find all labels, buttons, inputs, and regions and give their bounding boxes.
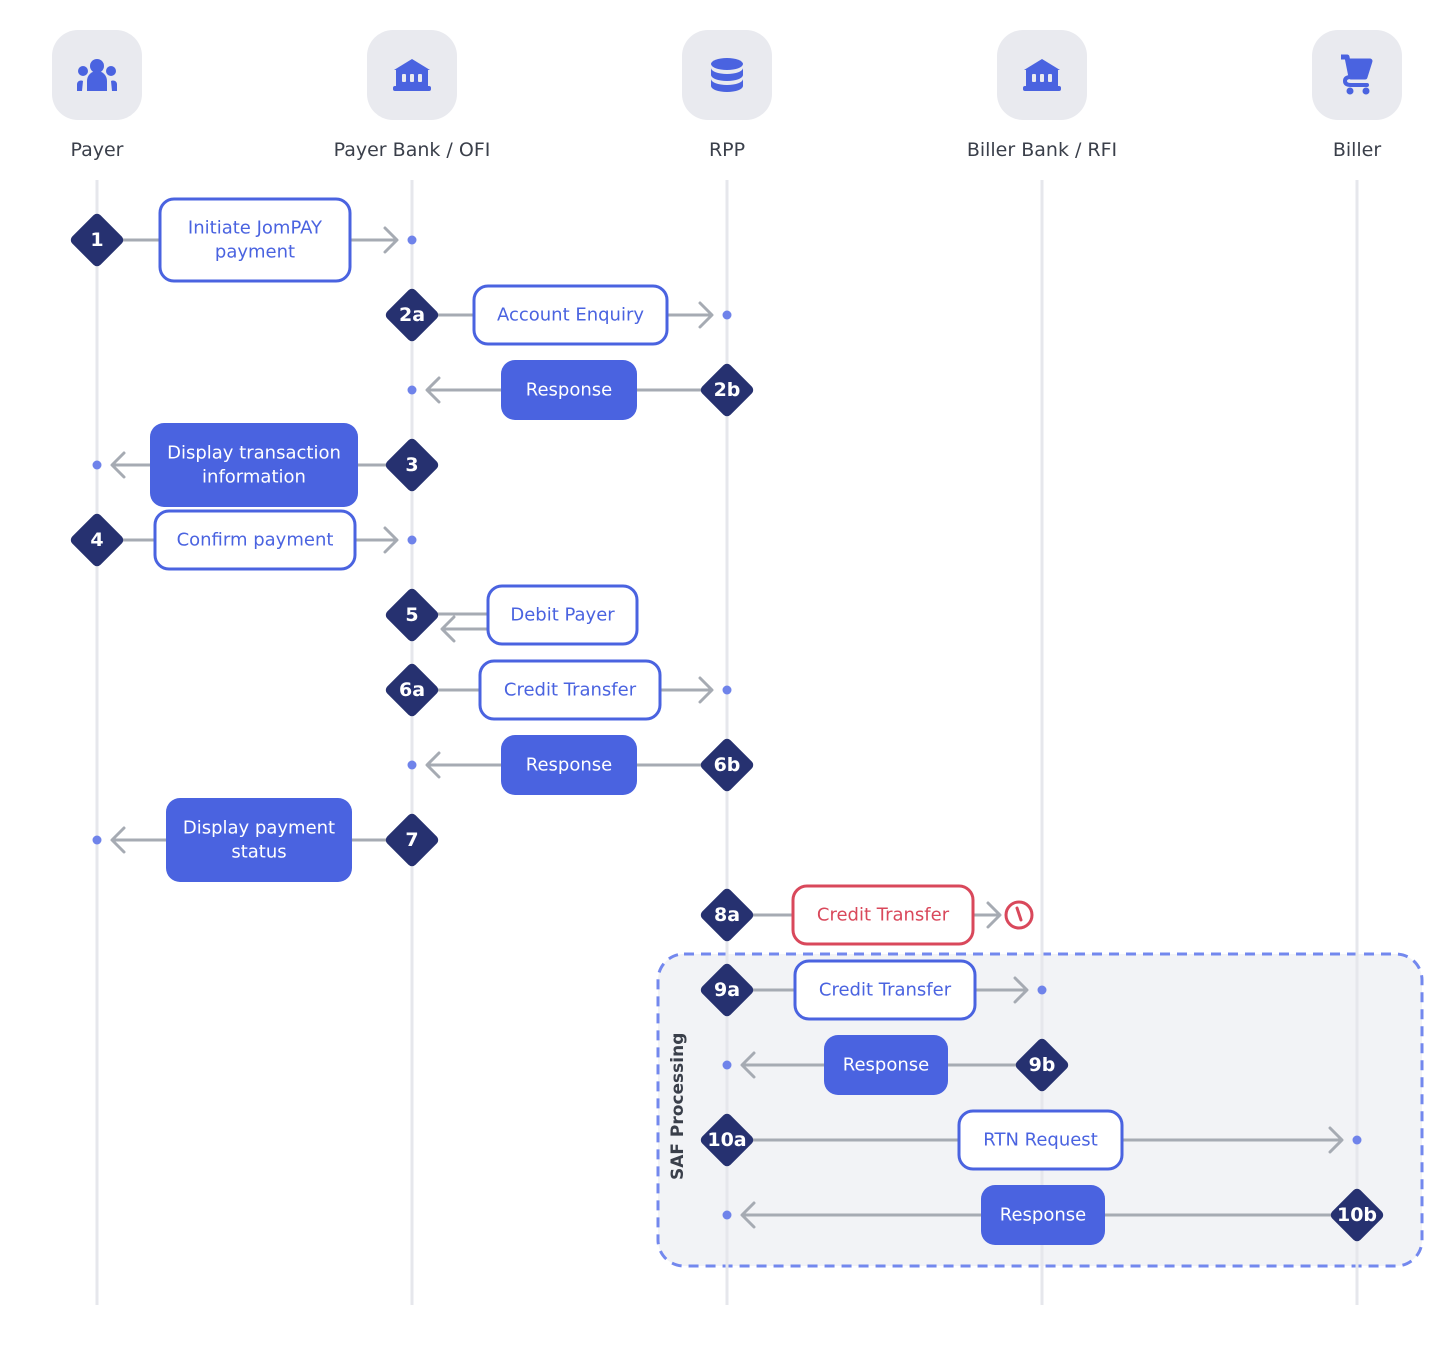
step-badge: 2b <box>700 363 754 417</box>
step-number: 10b <box>1337 1204 1377 1226</box>
message-label: Display payment <box>183 818 335 839</box>
step-5[interactable]: Debit Payer 5 <box>384 584 639 646</box>
message-label: Response <box>1000 1205 1086 1226</box>
message-label: information <box>202 467 306 488</box>
step-number: 2b <box>714 379 741 401</box>
message-label: Account Enquiry <box>497 305 644 326</box>
sequence-diagram: SAF Processing Payer Payer Bank / OFI RPP B… <box>52 30 1424 1305</box>
step-number: 5 <box>405 604 418 626</box>
message-label: Response <box>843 1055 929 1076</box>
step-number: 9a <box>714 979 740 1001</box>
endpoint-dot <box>1352 1135 1362 1145</box>
endpoint-dot <box>722 310 732 320</box>
actor-label: Payer Bank / OFI <box>334 139 491 161</box>
actor-ofi: Payer Bank / OFI <box>334 30 491 161</box>
step-number: 7 <box>405 829 418 851</box>
step-7[interactable]: Display payment status 7 <box>92 798 441 882</box>
step-badge: 4 <box>70 513 124 567</box>
step-2b[interactable]: Response 2b <box>407 360 756 420</box>
step-number: 9b <box>1029 1054 1056 1076</box>
step-6a[interactable]: Credit Transfer 6a <box>384 659 732 721</box>
endpoint-dot <box>722 1210 732 1220</box>
endpoint-dot <box>1037 985 1047 995</box>
step-8a[interactable]: Credit Transfer 8a <box>699 884 1034 946</box>
message-label: Credit Transfer <box>504 680 637 701</box>
step-badge: 2a <box>385 288 439 342</box>
message-label: payment <box>215 242 295 263</box>
message-label: Response <box>526 380 612 401</box>
actor-label: Biller Bank / RFI <box>967 139 1117 161</box>
endpoint-dot <box>92 460 102 470</box>
actor-payer: Payer <box>52 30 142 161</box>
step-4[interactable]: Confirm payment 4 <box>69 509 417 571</box>
step-number: 8a <box>714 904 740 926</box>
step-number: 2a <box>399 304 425 326</box>
step-number: 6b <box>714 754 741 776</box>
endpoint-dot <box>407 385 417 395</box>
step-number: 1 <box>90 229 103 251</box>
actor-label: RPP <box>709 139 745 161</box>
group-label: SAF Processing <box>668 1033 688 1180</box>
endpoint-dot <box>407 760 417 770</box>
database-icon <box>711 58 743 92</box>
actor-label: Payer <box>71 139 124 161</box>
message-label: Debit Payer <box>510 605 615 626</box>
endpoint-dot <box>722 685 732 695</box>
step-number: 10a <box>707 1129 746 1151</box>
step-badge: 6b <box>700 738 754 792</box>
endpoint-dot <box>722 1060 732 1070</box>
message-label: Credit Transfer <box>819 980 952 1001</box>
message-label: Response <box>526 755 612 776</box>
message-label: Confirm payment <box>177 530 334 551</box>
step-badge: 7 <box>385 813 439 867</box>
step-6b[interactable]: Response 6b <box>407 735 756 795</box>
endpoint-dot <box>407 235 417 245</box>
message-box[interactable] <box>150 423 358 507</box>
step-badge: 8a <box>700 888 754 942</box>
message-box[interactable] <box>158 197 352 283</box>
message-label: Display transaction <box>167 443 341 464</box>
timeout-clock-icon <box>1004 900 1034 930</box>
step-3[interactable]: Display transaction information 3 <box>92 423 441 507</box>
actor-rpp: RPP <box>682 30 772 161</box>
actor-label: Biller <box>1333 139 1382 161</box>
endpoint-dot <box>92 835 102 845</box>
step-number: 3 <box>405 454 418 476</box>
step-badge: 1 <box>70 213 124 267</box>
step-1[interactable]: Initiate JomPAY payment 1 <box>69 197 417 283</box>
endpoint-dot <box>407 535 417 545</box>
message-label: status <box>231 842 286 863</box>
actor-biller: Biller <box>1312 30 1402 161</box>
step-badge: 3 <box>385 438 439 492</box>
step-number: 4 <box>90 529 103 551</box>
actor-rfi: Biller Bank / RFI <box>967 30 1117 161</box>
step-number: 6a <box>399 679 425 701</box>
message-label: Initiate JomPAY <box>188 218 323 239</box>
message-box[interactable] <box>166 798 352 882</box>
message-label: RTN Request <box>983 1130 1098 1151</box>
message-label: Credit Transfer <box>817 905 950 926</box>
step-2a[interactable]: Account Enquiry 2a <box>384 284 732 346</box>
step-badge: 6a <box>385 663 439 717</box>
step-badge: 5 <box>385 588 439 642</box>
